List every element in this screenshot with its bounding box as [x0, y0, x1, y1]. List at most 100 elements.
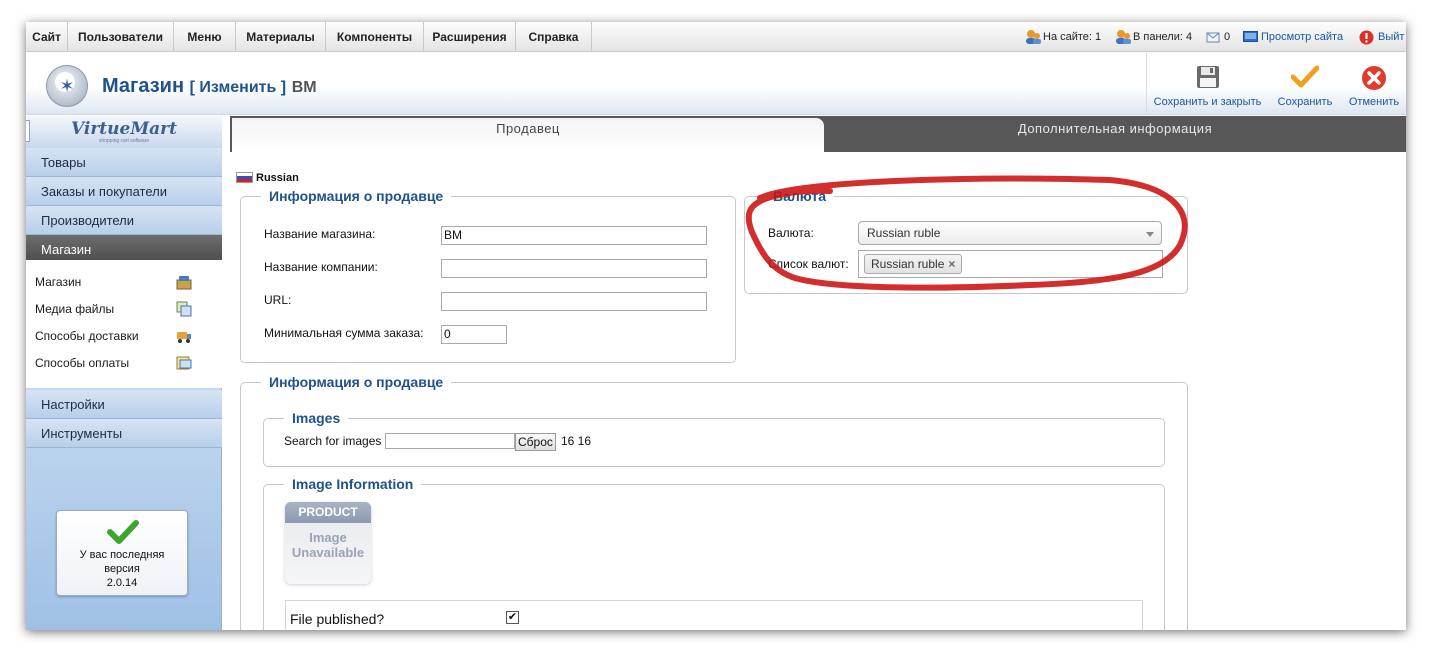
vendor-media-legend: Информация о продавце [269, 374, 444, 390]
top-menu-bar: Сайт Пользователи Меню Материалы Компоне… [26, 22, 1406, 52]
image-search-input[interactable] [385, 433, 515, 449]
image-counts: 16 16 [561, 434, 592, 448]
company-name-input[interactable] [441, 259, 707, 278]
page-title: Магазин [ Изменить ] BM [102, 75, 317, 98]
save-button[interactable]: Сохранить [1268, 53, 1342, 115]
images-legend: Images [292, 410, 341, 426]
virtuemart-logo: VirtueMart shopping cart software [26, 116, 222, 148]
image-unavailable-placeholder: PRODUCT Image Unavailable [285, 502, 371, 584]
image-information-legend: Image Information [292, 476, 414, 492]
sidebar-item-products[interactable]: Товары [26, 148, 222, 177]
save-close-button[interactable]: Сохранить и закрыть [1146, 53, 1268, 115]
currency-selected-value: Russian ruble [867, 226, 941, 240]
shop-icon [176, 276, 192, 290]
currency-fieldset: Валюта Валюта: Russian ruble Список валю… [744, 188, 1188, 294]
sidebar-item-manufacturers[interactable]: Производители [26, 206, 222, 235]
save-label: Сохранить [1277, 96, 1333, 108]
virtuemart-logo-text: VirtueMart [71, 119, 177, 139]
version-number: 2.0.14 [106, 577, 138, 589]
admins-online-icon [1116, 30, 1131, 44]
status-in-panel: В панели: 4 [1133, 31, 1193, 43]
view-site-link[interactable]: Просмотр сайта [1261, 22, 1343, 52]
cancel-icon [1362, 66, 1386, 90]
media-icon [176, 301, 192, 317]
currency-chip: Russian ruble × [864, 254, 963, 274]
users-online-icon [1026, 30, 1041, 44]
cancel-button[interactable]: Отменить [1342, 53, 1406, 115]
url-input[interactable] [441, 292, 707, 311]
sidebar-collapse-handle[interactable] [26, 120, 30, 142]
menu-extensions[interactable]: Расширения [424, 22, 516, 52]
sidebar: VirtueMart shopping cart software Товары… [26, 116, 222, 630]
currency-legend: Валюта [773, 188, 827, 204]
store-logo-icon: ✶ [46, 65, 88, 107]
store-name-label: Название магазина: [264, 227, 376, 241]
sidebar-item-orders[interactable]: Заказы и покупатели [26, 177, 222, 206]
placeholder-band: PRODUCT [285, 502, 371, 523]
tab-strip: Продавец Дополнительная информация [230, 116, 1406, 152]
file-published-row: File published? ✔ [285, 600, 1143, 630]
currency-list-label: Список валют: [768, 257, 849, 271]
placeholder-line-1: Image [309, 530, 347, 545]
currency-label: Валюта: [768, 226, 814, 240]
language-label: Russian [256, 172, 299, 184]
currency-select[interactable]: Russian ruble [858, 221, 1162, 245]
submenu-media-files[interactable]: Медиа файлы [35, 300, 114, 318]
version-text: У вас последняя версия 2.0.14 [57, 548, 187, 590]
menu-content[interactable]: Материалы [236, 22, 326, 52]
status-messages[interactable]: 0 [1224, 22, 1230, 52]
russian-flag-icon [236, 172, 253, 183]
version-line-1: У вас последняя [79, 549, 165, 561]
file-published-label: File published? [290, 611, 385, 627]
store-name-input[interactable]: BM [441, 226, 707, 245]
monitor-icon [1243, 31, 1258, 42]
payment-icon [176, 356, 192, 370]
logout-icon [1359, 30, 1374, 45]
menu-site[interactable]: Сайт [26, 22, 68, 52]
menu-users[interactable]: Пользователи [68, 22, 174, 52]
submenu-shipment-methods[interactable]: Способы доставки [35, 327, 139, 345]
currency-list-multiselect[interactable]: Russian ruble × [858, 250, 1163, 278]
title-main: Магазин [102, 75, 185, 97]
logout-link[interactable]: Выйт [1378, 22, 1404, 52]
sidebar-item-settings[interactable]: Настройки [26, 390, 222, 419]
file-published-checkbox[interactable]: ✔ [506, 611, 519, 624]
submenu-shop[interactable]: Магазин [35, 273, 81, 291]
save-close-label: Сохранить и закрыть [1153, 96, 1262, 108]
status-on-site: На сайте: 1 [1043, 31, 1102, 43]
url-label: URL: [264, 293, 292, 307]
menu-components[interactable]: Компоненты [326, 22, 424, 52]
title-action: [ Изменить ] [189, 79, 287, 96]
currency-chip-label: Russian ruble [871, 257, 945, 271]
title-item: BM [291, 79, 317, 96]
menu-help[interactable]: Справка [516, 22, 592, 52]
messages-icon [1206, 32, 1220, 43]
shop-submenu: Магазин Медиа файлы Способы доставки Спо… [26, 260, 222, 388]
version-status-box: У вас последняя версия 2.0.14 [56, 510, 188, 596]
vendor-info-fieldset: Информация о продавце Название магазина:… [240, 188, 736, 363]
image-search-label: Search for images [284, 434, 382, 448]
virtuemart-logo-subtext: shopping cart software [98, 138, 150, 144]
checkmark-icon [107, 520, 139, 544]
tab-vendor[interactable]: Продавец [232, 118, 824, 152]
remove-chip-icon[interactable]: × [948, 257, 955, 271]
images-fieldset: Images Search for images Сброс 16 16 [263, 410, 1165, 467]
vendor-info-legend: Информация о продавце [269, 188, 444, 204]
chevron-down-icon [1146, 232, 1154, 237]
menu-menus[interactable]: Меню [174, 22, 236, 52]
checkmark-icon [1291, 65, 1319, 88]
admin-window: Сайт Пользователи Меню Материалы Компоне… [26, 22, 1406, 630]
language-indicator: Russian [236, 172, 299, 184]
placeholder-message: Image Unavailable [285, 530, 371, 560]
sidebar-item-tools[interactable]: Инструменты [26, 419, 222, 448]
cancel-label: Отменить [1348, 96, 1400, 108]
min-order-input[interactable]: 0 [441, 325, 507, 344]
min-order-label: Минимальная сумма заказа: [264, 326, 424, 340]
truck-icon [177, 332, 191, 343]
submenu-payment-methods[interactable]: Способы оплаты [35, 354, 129, 372]
tab-additional-info[interactable]: Дополнительная информация [824, 118, 1406, 152]
company-name-label: Название компании: [264, 260, 378, 274]
version-line-2: версия [104, 563, 140, 575]
placeholder-line-2: Unavailable [291, 545, 365, 560]
reset-button[interactable]: Сброс [515, 433, 556, 451]
